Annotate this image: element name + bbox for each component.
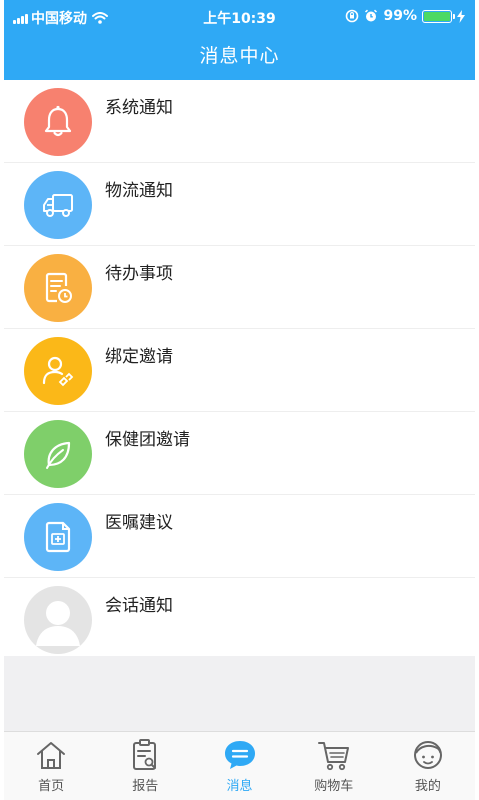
tab-label: 消息 — [226, 779, 253, 794]
battery-fill — [424, 11, 450, 21]
app-header: 中国移动 上午10:39 99% 消息中心 — [4, 0, 475, 80]
tab-home[interactable]: 首页 — [4, 732, 98, 800]
empty-area — [4, 656, 475, 731]
message-item-system[interactable]: 系统通知 — [4, 80, 475, 163]
bind-user-icon — [24, 337, 92, 405]
rotation-lock-icon — [346, 9, 359, 23]
tab-label: 报告 — [132, 779, 159, 794]
tab-label: 购物车 — [314, 779, 354, 794]
leaf-icon — [24, 420, 92, 488]
bottom-tabbar: 首页 报告 消息 购物车 我的 — [4, 731, 475, 800]
message-item-label: 保健团邀请 — [105, 430, 190, 450]
message-item-logistics[interactable]: 物流通知 — [4, 163, 475, 246]
todo-icon — [24, 254, 92, 322]
battery-percent: 99% — [383, 8, 417, 24]
report-icon — [133, 739, 157, 770]
status-right: 99% — [345, 8, 465, 24]
message-icon — [224, 741, 255, 769]
tab-cart[interactable]: 购物车 — [287, 732, 381, 800]
tab-messages[interactable]: 消息 — [192, 732, 286, 800]
message-item-label: 绑定邀请 — [105, 347, 173, 367]
prescription-icon — [24, 503, 92, 571]
cart-icon — [317, 742, 349, 771]
tab-label: 首页 — [38, 779, 65, 794]
message-item-health-group[interactable]: 保健团邀请 — [4, 412, 475, 495]
bell-icon — [24, 88, 92, 156]
message-item-label: 待办事项 — [105, 264, 173, 284]
charging-icon — [457, 9, 465, 23]
tab-profile[interactable]: 我的 — [381, 732, 475, 800]
message-item-chat[interactable]: 会话通知 — [4, 578, 475, 661]
status-bar: 中国移动 上午10:39 99% — [4, 0, 475, 32]
page-title: 消息中心 — [199, 45, 280, 67]
message-list: 系统通知 物流通知 待办事项 绑定邀请 保健团邀请 医嘱建议 会话通知 — [4, 80, 475, 661]
message-item-label: 系统通知 — [105, 98, 173, 118]
tab-label: 我的 — [414, 779, 441, 794]
message-item-todo[interactable]: 待办事项 — [4, 246, 475, 329]
message-item-bind[interactable]: 绑定邀请 — [4, 329, 475, 412]
message-item-label: 医嘱建议 — [105, 513, 173, 533]
tab-report[interactable]: 报告 — [98, 732, 192, 800]
message-item-label: 物流通知 — [105, 181, 173, 201]
message-item-label: 会话通知 — [105, 596, 173, 616]
home-icon — [37, 742, 66, 769]
alarm-clock-icon — [365, 9, 378, 22]
message-item-medical-advice[interactable]: 医嘱建议 — [4, 495, 475, 578]
avatar-icon — [24, 586, 92, 654]
truck-icon — [24, 171, 92, 239]
profile-icon — [413, 741, 442, 769]
battery-icon — [422, 9, 455, 23]
